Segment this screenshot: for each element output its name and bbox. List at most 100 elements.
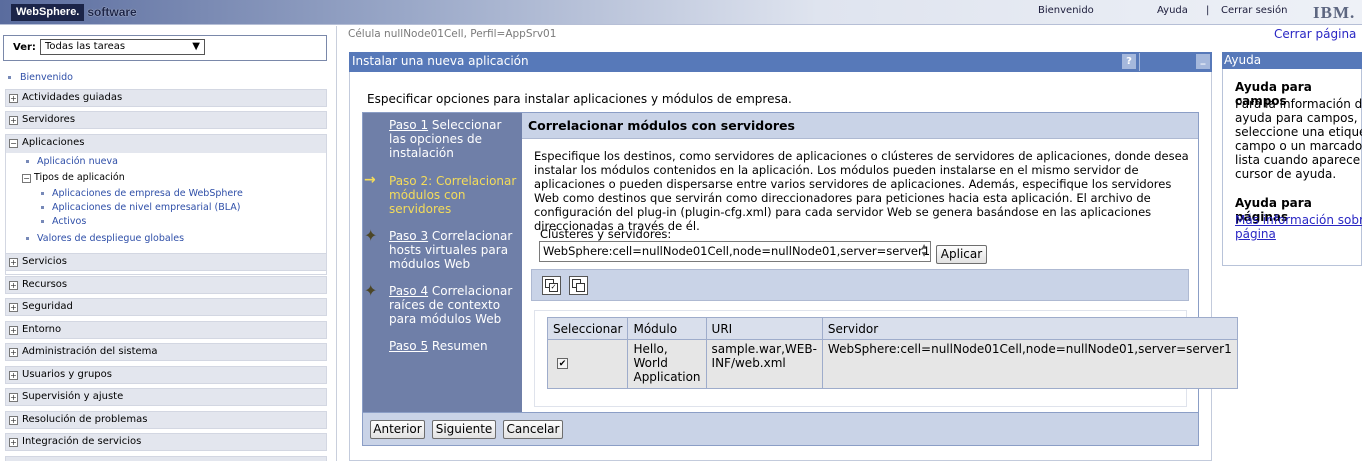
step-description: Especifique los destinos, como servidore… xyxy=(534,149,1189,233)
clusters-label: Clústeres y servidores: xyxy=(540,227,672,241)
uri-cell: sample.war,WEB-INF/web.xml xyxy=(705,339,823,389)
nav-global-deploy-link[interactable]: Valores de despliegue globales xyxy=(37,233,184,244)
intro-text: Especificar opciones para instalar aplic… xyxy=(367,92,792,106)
expand-icon: + xyxy=(9,393,18,402)
wizard-step-3[interactable]: Paso 3 Correlacionar hosts virtuales par… xyxy=(389,229,517,271)
nav-item-guided-activities[interactable]: + Actividades guiadas xyxy=(5,89,327,107)
collapse-icon[interactable]: − xyxy=(22,174,31,183)
step-number[interactable]: Paso 3 xyxy=(389,229,428,243)
nav-item-servers[interactable]: + Servidores xyxy=(5,111,327,129)
cell-profile-info: Célula nullNode01Cell, Perfil=AppSrv01 xyxy=(348,28,557,40)
apply-button[interactable]: Aplicar xyxy=(936,245,987,264)
cancel-button[interactable]: Cancelar xyxy=(503,420,563,439)
nav-item-label: Servicios xyxy=(22,256,67,267)
nav-item-environment[interactable]: + Entorno xyxy=(5,321,327,339)
view-label: Ver: xyxy=(13,42,36,53)
nav-item-services[interactable]: + Servicios xyxy=(5,253,327,271)
expand-icon: + xyxy=(9,94,18,103)
deselect-all-icon[interactable] xyxy=(569,276,588,295)
select-cell: ✔ xyxy=(546,339,629,389)
step-number[interactable]: Paso 4 xyxy=(389,284,428,298)
table-row: ✔ Hello, World Application sample.war,WE… xyxy=(546,339,1238,389)
field-help-line: seleccione una etiqueta o xyxy=(1235,125,1362,139)
minimize-icon[interactable]: _ xyxy=(1196,54,1210,69)
nav-item-label: Seguridad xyxy=(22,301,73,312)
nav-item-label: Actividades guiadas xyxy=(22,92,123,103)
clusters-selected-value[interactable]: WebSphere:cell=nullNode01Cell,node=nullN… xyxy=(543,244,930,258)
expand-icon: + xyxy=(9,416,18,425)
nav-item-service-integration[interactable]: + Integración de servicios xyxy=(5,433,327,451)
step-pending-icon: ✦ xyxy=(364,281,378,300)
bullet-icon xyxy=(26,160,29,163)
module-cell: Hello, World Application xyxy=(627,339,707,389)
col-header-select[interactable]: Seleccionar xyxy=(546,317,629,340)
view-filter: Ver: Todas las tareas ▼ xyxy=(3,35,327,61)
logout-link[interactable]: Cerrar sesión xyxy=(1221,5,1287,16)
nav-item-resources[interactable]: + Recursos xyxy=(5,276,327,294)
nav-websphere-apps-link[interactable]: Aplicaciones de empresa de WebSphere xyxy=(52,188,243,199)
bullet-icon xyxy=(8,76,11,79)
nav-item-system-admin[interactable]: + Administración del sistema xyxy=(5,343,327,361)
clusters-servers-list[interactable]: WebSphere:cell=nullNode01Cell,node=nullN… xyxy=(539,241,931,262)
help-link[interactable]: Ayuda xyxy=(1157,5,1188,16)
nav-item-label: Administración del sistema xyxy=(22,346,158,357)
field-help-line: Para la información de xyxy=(1235,97,1362,111)
nav-item-monitoring[interactable]: + Supervisión y ajuste xyxy=(5,388,327,406)
list-scrollbar[interactable]: ▲ ▼ xyxy=(919,243,929,260)
nav-bla-apps-link[interactable]: Aplicaciones de nivel empresarial (BLA) xyxy=(52,202,240,213)
expand-icon: + xyxy=(9,258,18,267)
field-help-line: campo o un marcador de xyxy=(1235,139,1362,153)
nav-item-label: Recursos xyxy=(22,279,68,290)
wizard-step-5[interactable]: Paso 5 Resumen xyxy=(389,339,517,353)
col-header-uri[interactable]: URI xyxy=(705,317,823,340)
nav-item-troubleshooting[interactable]: + Resolución de problemas xyxy=(5,411,327,429)
product-label: software xyxy=(87,5,137,19)
nav-item-label: Servidores xyxy=(22,114,76,125)
wizard-step-1[interactable]: Paso 1 Seleccionar las opciones de insta… xyxy=(389,118,517,160)
expand-icon: + xyxy=(9,303,18,312)
nav-item-applications[interactable]: − Aplicaciones xyxy=(6,135,326,153)
expand-icon: + xyxy=(9,348,18,357)
col-header-module[interactable]: Módulo xyxy=(627,317,707,340)
close-page-link[interactable]: Cerrar página xyxy=(1274,27,1356,41)
bullet-icon xyxy=(41,206,44,209)
nav-assets-link[interactable]: Activos xyxy=(52,216,86,227)
nav-item-users-groups[interactable]: + Usuarios y grupos xyxy=(5,366,327,384)
step-heading: Correlacionar módulos con servidores xyxy=(522,113,1198,139)
nav-new-application-link[interactable]: Aplicación nueva xyxy=(37,156,118,167)
page-title-text: Instalar una nueva aplicación xyxy=(352,54,529,68)
banner-separator: | xyxy=(1206,5,1210,16)
col-header-server[interactable]: Servidor xyxy=(821,317,1238,340)
expand-icon: + xyxy=(9,438,18,447)
nav-item-label: Resolución de problemas xyxy=(22,414,148,425)
page-help-link-cont[interactable]: página xyxy=(1235,227,1362,241)
step-label: Resumen xyxy=(431,339,488,353)
back-button[interactable]: Anterior xyxy=(370,420,425,439)
help-icon[interactable]: ? xyxy=(1122,54,1136,69)
nav-item-security[interactable]: + Seguridad xyxy=(5,298,327,316)
view-select[interactable]: Todas las tareas ▼ xyxy=(40,39,205,55)
collapse-icon: − xyxy=(9,139,18,148)
select-all-icon[interactable]: ✓ xyxy=(542,276,561,295)
expand-icon: + xyxy=(9,371,18,380)
bullet-icon xyxy=(26,237,29,240)
websphere-logo: WebSphere. software xyxy=(11,3,137,21)
nav-item-next[interactable] xyxy=(5,456,327,461)
nav-item-label: Usuarios y grupos xyxy=(22,369,112,380)
step-pending-icon: ✦ xyxy=(364,226,378,245)
nav-item-label: Aplicaciones xyxy=(22,137,85,148)
field-help-line: lista cuando aparece el xyxy=(1235,153,1362,167)
nav-item-label: Entorno xyxy=(22,324,62,335)
nav-welcome-link[interactable]: Bienvenido xyxy=(20,72,73,83)
step-number[interactable]: Paso 5 xyxy=(389,339,428,353)
field-help-line: cursor de ayuda. xyxy=(1235,167,1337,181)
page-help-link[interactable]: Más información sobre esta xyxy=(1235,213,1362,227)
step-number[interactable]: Paso 1 xyxy=(389,118,428,132)
welcome-text: Bienvenido xyxy=(1038,5,1094,16)
row-checkbox[interactable]: ✔ xyxy=(557,358,568,369)
wizard-step-4[interactable]: Paso 4 Correlacionar raíces de contexto … xyxy=(389,284,517,326)
nav-app-types-label[interactable]: Tipos de aplicación xyxy=(34,172,125,183)
next-button[interactable]: Siguiente xyxy=(432,420,496,439)
bullet-icon xyxy=(41,192,44,195)
expand-icon: + xyxy=(9,326,18,335)
